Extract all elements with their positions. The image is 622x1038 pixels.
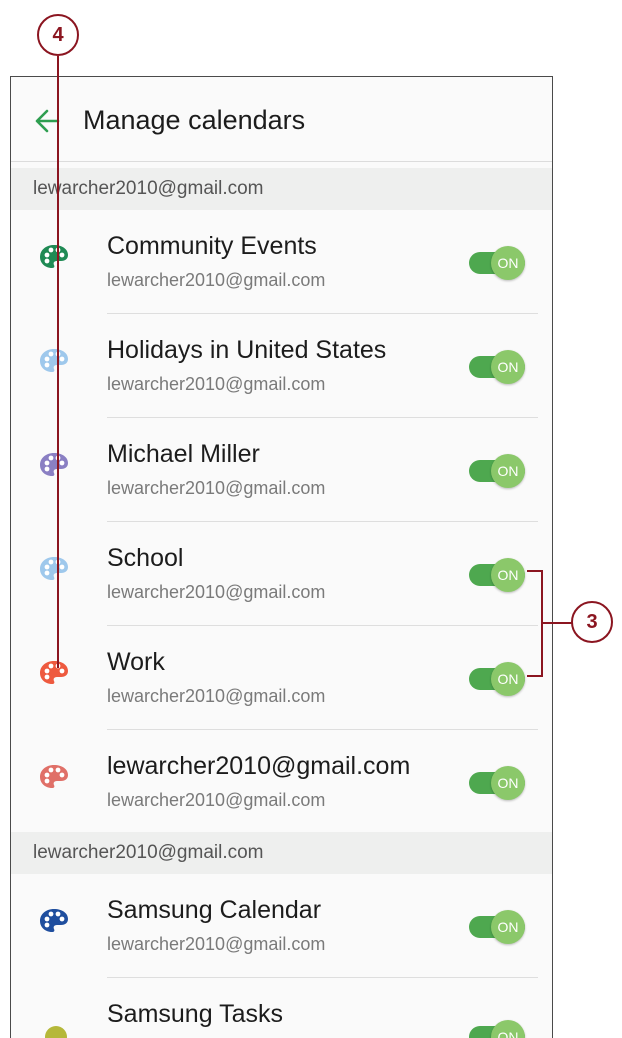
calendar-toggle-switch[interactable]: ON [467, 910, 531, 944]
calendar-title: Work [107, 648, 165, 676]
palette-icon [40, 245, 68, 268]
calendar-title: Holidays in United States [107, 336, 387, 364]
toggle-knob-label: ON [491, 246, 525, 280]
palette-icon [40, 453, 68, 476]
section-header-account: lewarcher2010@gmail.com [11, 832, 552, 874]
calendar-toggle-switch[interactable]: ON [467, 766, 531, 800]
section-header-account: lewarcher2010@gmail.com [11, 168, 552, 210]
calendar-toggle-switch[interactable]: ON [467, 454, 531, 488]
calendar-toggle-switch[interactable]: ON [467, 662, 531, 696]
calendar-toggle-switch[interactable]: ON [467, 558, 531, 592]
callout-leader-line [57, 56, 59, 668]
calendar-row-work[interactable]: Work lewarcher2010@gmail.com ON [11, 626, 552, 730]
calendar-row-holidays[interactable]: Holidays in United States lewarcher2010@… [11, 314, 552, 418]
calendar-title: Community Events [107, 232, 317, 260]
calendar-row-personal[interactable]: lewarcher2010@gmail.com lewarcher2010@gm… [11, 730, 552, 834]
calendar-account: lewarcher2010@gmail.com [107, 270, 326, 290]
calendar-title: lewarcher2010@gmail.com [107, 752, 411, 780]
calendar-title: Michael Miller [107, 440, 260, 468]
calendar-row-michael-miller[interactable]: Michael Miller lewarcher2010@gmail.com O… [11, 418, 552, 522]
calendar-title: School [107, 544, 184, 572]
calendar-account: lewarcher2010@gmail.com [107, 790, 326, 810]
calendar-account: lewarcher2010@gmail.com [107, 686, 326, 706]
calendar-row-samsung-tasks[interactable]: Samsung Tasks ON [11, 978, 552, 1038]
page-title: Manage calendars [83, 105, 306, 135]
palette-icon [40, 909, 68, 932]
palette-icon [40, 661, 68, 684]
calendar-account: lewarcher2010@gmail.com [107, 374, 326, 394]
calendar-title: Samsung Calendar [107, 896, 322, 924]
callout-badge-3: 3 [571, 601, 613, 643]
task-color-dot-icon [45, 1026, 67, 1038]
toggle-knob-label: ON [491, 454, 525, 488]
callout-bracket-bottom [527, 675, 543, 677]
calendar-toggle-switch[interactable]: ON [467, 350, 531, 384]
calendar-account: lewarcher2010@gmail.com [107, 478, 326, 498]
toggle-knob-label: ON [491, 1020, 525, 1038]
toggle-knob-label: ON [491, 662, 525, 696]
palette-icon [40, 349, 68, 372]
calendar-row-school[interactable]: School lewarcher2010@gmail.com ON [11, 522, 552, 626]
phone-screen: Manage calendars lewarcher2010@gmail.com… [10, 76, 553, 1038]
calendar-toggle-switch[interactable]: ON [467, 1020, 531, 1038]
toggle-knob-label: ON [491, 350, 525, 384]
toggle-knob-label: ON [491, 766, 525, 800]
toggle-knob-label: ON [491, 910, 525, 944]
calendar-title: Samsung Tasks [107, 1000, 284, 1028]
palette-icon [40, 765, 68, 788]
calendar-row-samsung-calendar[interactable]: Samsung Calendar lewarcher2010@gmail.com… [11, 874, 552, 978]
back-button[interactable] [29, 103, 65, 139]
calendar-account: lewarcher2010@gmail.com [107, 582, 326, 602]
callout-badge-4: 4 [37, 14, 79, 56]
toggle-knob-label: ON [491, 558, 525, 592]
calendar-row-community-events[interactable]: Community Events lewarcher2010@gmail.com… [11, 210, 552, 314]
palette-icon [40, 557, 68, 580]
calendar-account: lewarcher2010@gmail.com [107, 934, 326, 954]
app-bar: Manage calendars [11, 77, 552, 162]
callout-bracket-connector [541, 622, 573, 624]
calendar-toggle-switch[interactable]: ON [467, 246, 531, 280]
